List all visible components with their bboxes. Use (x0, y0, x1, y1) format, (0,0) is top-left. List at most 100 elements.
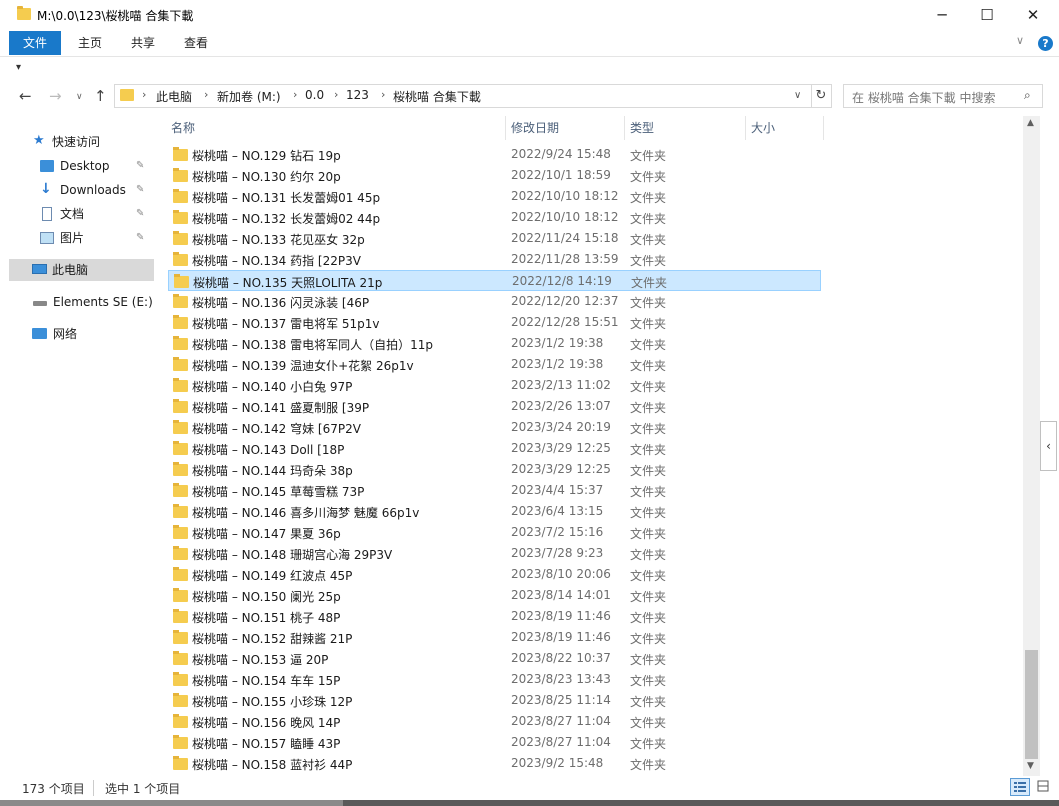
table-row[interactable]: 桜桃喵 – NO.153 逼 20P 2023/8/22 10:37 文件夹 (168, 648, 821, 669)
expand-ribbon-icon[interactable]: ∨ (1016, 34, 1024, 47)
table-row[interactable]: 桜桃喵 – NO.142 穹妹 [67P2V 2023/3/24 20:19 文件夹 (168, 417, 821, 438)
scroll-down-icon[interactable]: ▼ (1027, 761, 1034, 771)
file-name: 桜桃喵 – NO.129 钻石 19p (192, 149, 341, 163)
column-header-date[interactable]: 修改日期 (511, 116, 559, 140)
sidebar-item-documents[interactable]: 文档 ✎ (40, 204, 155, 224)
table-row[interactable]: 桜桃喵 – NO.149 红波点 45P 2023/8/10 20:06 文件夹 (168, 564, 821, 585)
close-button[interactable]: ✕ (1010, 0, 1056, 31)
file-name: 桜桃喵 – NO.138 雷电将军同人（自拍）11p (192, 338, 433, 352)
table-row[interactable]: 桜桃喵 – NO.129 钻石 19p 2022/9/24 15:48 文件夹 (168, 144, 821, 165)
column-header-name[interactable]: 名称 (171, 116, 195, 140)
large-icons-view-button[interactable] (1034, 778, 1054, 796)
table-row[interactable]: 桜桃喵 – NO.146 喜多川海梦 魅魔 66p1v 2023/6/4 13:1… (168, 501, 821, 522)
title-bar[interactable]: M:\0.0\123\桜桃喵 合集下載 ─ ☐ ✕ (0, 0, 1059, 31)
search-icon[interactable]: ⌕ (1024, 88, 1031, 103)
table-row[interactable]: 桜桃喵 – NO.156 晚风 14P 2023/8/27 11:04 文件夹 (168, 711, 821, 732)
file-type: 文件夹 (630, 716, 667, 730)
table-row[interactable]: 桜桃喵 – NO.148 珊瑚宫心海 29P3V 2023/7/28 9:23 文件… (168, 543, 821, 564)
chevron-right-icon[interactable]: › (334, 88, 338, 101)
table-row[interactable]: 桜桃喵 – NO.130 约尔 20p 2022/10/1 18:59 文件夹 (168, 165, 821, 186)
refresh-button[interactable]: ↻ (811, 84, 832, 108)
table-row[interactable]: 桜桃喵 – NO.144 玛奇朵 38p 2023/3/29 12:25 文件夹 (168, 459, 821, 480)
table-row[interactable]: 桜桃喵 – NO.133 花见巫女 32p 2022/11/24 15:18 文件夹 (168, 228, 821, 249)
sidebar-item-label: Desktop (60, 159, 110, 173)
details-view-button[interactable] (1010, 778, 1030, 796)
file-type: 文件夹 (630, 632, 667, 646)
scrollbar-thumb[interactable] (1025, 650, 1038, 759)
table-row[interactable]: 桜桃喵 – NO.154 车车 15P 2023/8/23 13:43 文件夹 (168, 669, 821, 690)
folder-icon (173, 567, 188, 581)
back-icon[interactable]: ← (19, 87, 32, 105)
vertical-scrollbar[interactable]: ▲ ▼ (1023, 116, 1040, 776)
table-row[interactable]: 桜桃喵 – NO.135 天照LOLITA 21p 2022/12/8 14:19… (168, 270, 821, 291)
table-row[interactable]: 桜桃喵 – NO.155 小珍珠 12P 2023/8/25 11:14 文件夹 (168, 690, 821, 711)
download-icon: ↓ (40, 181, 52, 197)
table-row[interactable]: 桜桃喵 – NO.157 瞌睡 43P 2023/8/27 11:04 文件夹 (168, 732, 821, 753)
folder-icon (173, 315, 188, 329)
file-name: 桜桃喵 – NO.133 花见巫女 32p (192, 233, 365, 247)
chevron-right-icon[interactable]: › (142, 88, 146, 101)
pin-icon[interactable]: ✎ (136, 156, 144, 176)
maximize-button[interactable]: ☐ (964, 0, 1010, 31)
table-row[interactable]: 桜桃喵 – NO.139 温迪女仆+花絮 26p1v 2023/1/2 19:38… (168, 354, 821, 375)
table-row[interactable]: 桜桃喵 – NO.138 雷电将军同人（自拍）11p 2023/1/2 19:38… (168, 333, 821, 354)
table-row[interactable]: 桜桃喵 – NO.131 长发蕾姆01 45p 2022/10/10 18:12 文… (168, 186, 821, 207)
table-row[interactable]: 桜桃喵 – NO.145 草莓雪糕 73P 2023/4/4 15:37 文件夹 (168, 480, 821, 501)
tab-view[interactable]: 查看 (172, 31, 220, 55)
pin-icon[interactable]: ✎ (136, 180, 144, 200)
pin-icon[interactable]: ✎ (136, 204, 144, 224)
table-row[interactable]: 桜桃喵 – NO.150 阑光 25p 2023/8/14 14:01 文件夹 (168, 585, 821, 606)
sidebar-item-downloads[interactable]: ↓ Downloads ✎ (40, 180, 155, 200)
scroll-up-icon[interactable]: ▲ (1027, 118, 1034, 128)
up-icon[interactable]: ↑ (94, 87, 107, 105)
file-name: 桜桃喵 – NO.155 小珍珠 12P (192, 695, 353, 709)
search-input[interactable]: 在 桜桃喵 合集下載 中搜索 ⌕ (843, 84, 1043, 108)
file-type: 文件夹 (630, 170, 667, 184)
table-row[interactable]: 桜桃喵 – NO.147 果夏 36p 2023/7/2 15:16 文件夹 (168, 522, 821, 543)
recent-locations-icon[interactable]: ∨ (76, 92, 83, 102)
folder-icon (173, 399, 188, 413)
breadcrumb-current-folder[interactable]: 桜桃喵 合集下載 (393, 88, 481, 105)
customize-toolbar-icon[interactable]: ▾ (16, 62, 21, 73)
chevron-right-icon[interactable]: › (293, 88, 297, 101)
address-bar[interactable]: › 此电脑 › 新加卷 (M:) › 0.0 › 123 › 桜桃喵 合集下載 … (114, 84, 812, 108)
tab-home[interactable]: 主页 (66, 31, 114, 55)
pin-icon[interactable]: ✎ (136, 228, 144, 248)
tab-share[interactable]: 共享 (119, 31, 167, 55)
breadcrumb-folder-123[interactable]: 123 (346, 88, 369, 102)
column-header-type[interactable]: 类型 (630, 116, 654, 140)
table-row[interactable]: 桜桃喵 – NO.140 小白兔 97P 2023/2/13 11:02 文件夹 (168, 375, 821, 396)
chevron-right-icon[interactable]: › (381, 88, 385, 101)
table-row[interactable]: 桜桃喵 – NO.137 雷电将军 51p1v 2022/12/28 15:51 文… (168, 312, 821, 333)
table-row[interactable]: 桜桃喵 – NO.151 桃子 48P 2023/8/19 11:46 文件夹 (168, 606, 821, 627)
sidebar-item-desktop[interactable]: Desktop ✎ (40, 156, 155, 176)
forward-icon[interactable]: → (49, 87, 62, 105)
column-divider[interactable] (505, 116, 506, 140)
sidebar-item-pictures[interactable]: 图片 ✎ (40, 228, 155, 248)
table-row[interactable]: 桜桃喵 – NO.143 Doll [18P 2023/3/29 12:25 文件夹 (168, 438, 821, 459)
column-divider[interactable] (745, 116, 746, 140)
breadcrumb-folder-00[interactable]: 0.0 (305, 88, 324, 102)
table-row[interactable]: 桜桃喵 – NO.136 闪灵泳装 [46P 2022/12/20 12:37 文件… (168, 291, 821, 312)
preview-pane-toggle[interactable]: ‹ (1040, 421, 1057, 471)
folder-icon (173, 252, 188, 266)
details-view-icon (1014, 782, 1026, 792)
breadcrumb-this-pc[interactable]: 此电脑 (156, 88, 192, 105)
chevron-right-icon[interactable]: › (204, 88, 208, 101)
column-divider[interactable] (624, 116, 625, 140)
table-row[interactable]: 桜桃喵 – NO.152 甜辣酱 21P 2023/8/19 11:46 文件夹 (168, 627, 821, 648)
navigation-pane: ★ 快速访问 Desktop ✎ ↓ Downloads ✎ 文档 ✎ 图片 ✎… (0, 118, 155, 773)
table-row[interactable]: 桜桃喵 – NO.134 药指 [22P3V 2022/11/28 13:59 文件… (168, 249, 821, 270)
tab-file[interactable]: 文件 (9, 31, 62, 55)
help-icon[interactable]: ? (1038, 36, 1053, 51)
chevron-down-icon[interactable]: ∨ (794, 90, 801, 101)
table-row[interactable]: 桜桃喵 – NO.158 蓝衬衫 44P 2023/9/2 15:48 文件夹 (168, 753, 821, 774)
minimize-button[interactable]: ─ (919, 0, 965, 31)
table-row[interactable]: 桜桃喵 – NO.132 长发蕾姆02 44p 2022/10/10 18:12 文… (168, 207, 821, 228)
column-header-size[interactable]: 大小 (751, 116, 775, 140)
table-row[interactable]: 桜桃喵 – NO.141 盛夏制服 [39P 2023/2/26 13:07 文件夹 (168, 396, 821, 417)
desktop-background (0, 800, 1059, 806)
column-divider[interactable] (823, 116, 824, 140)
breadcrumb-drive-m[interactable]: 新加卷 (M:) (217, 88, 281, 105)
quick-access-toolbar: ▾ (0, 56, 1059, 81)
